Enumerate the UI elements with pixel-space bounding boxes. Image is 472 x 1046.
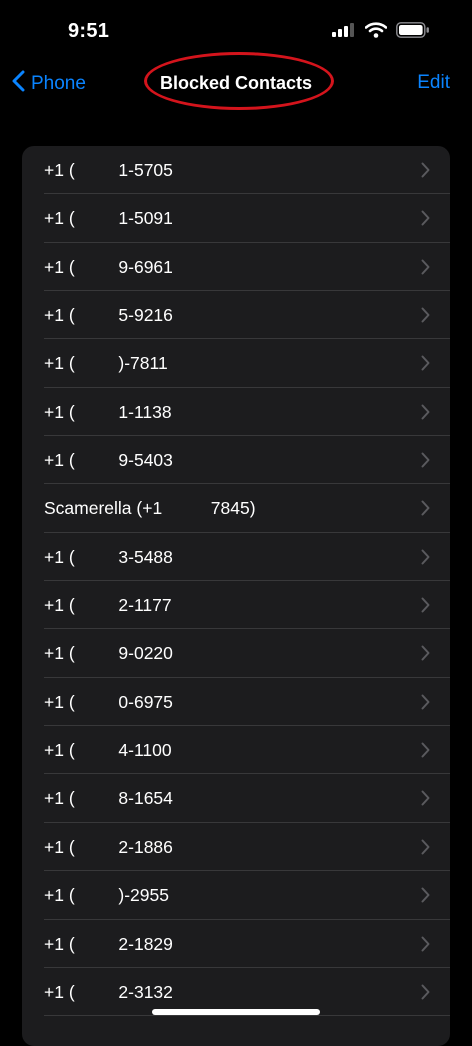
list-item[interactable]: +1 ( 3-5488	[22, 533, 450, 582]
list-item[interactable]: Scamerella (+1 7845)	[22, 484, 450, 534]
wifi-icon	[364, 22, 388, 43]
contact-label: +1 ( 3-5488	[44, 546, 173, 567]
contact-label: +1 ( 4-1100	[44, 740, 172, 761]
chevron-right-icon	[421, 936, 430, 957]
list-item[interactable]: +1 ( 2-1177	[22, 581, 450, 630]
contact-label: Scamerella (+1 7845)	[44, 498, 256, 519]
list-item[interactable]: +1 ( 4-1100	[22, 726, 450, 775]
list-item[interactable]: +1 ( 5-9216	[22, 291, 450, 340]
list-item[interactable]: +1 ( 1-1138	[22, 388, 450, 437]
chevron-right-icon	[421, 259, 430, 280]
contact-label: +1 ( 1-5091	[44, 208, 173, 229]
contact-label: +1 ( 2-1886	[44, 836, 173, 857]
list-item[interactable]: +1 ( 9-6961	[22, 243, 450, 292]
contact-label: +1 ( 9-6961	[44, 256, 173, 277]
chevron-right-icon	[421, 500, 430, 521]
chevron-right-icon	[421, 355, 430, 376]
home-indicator[interactable]	[152, 1009, 320, 1015]
chevron-right-icon	[421, 549, 430, 570]
contact-label: +1 ( 2-1829	[44, 933, 173, 954]
chevron-right-icon	[421, 694, 430, 715]
chevron-right-icon	[421, 839, 430, 860]
contact-label: +1 ( 1-1138	[44, 401, 172, 422]
page-title: Blocked Contacts	[159, 73, 313, 93]
list-item[interactable]: +1 ( 9-0220	[22, 629, 450, 679]
status-icons	[332, 22, 430, 43]
chevron-right-icon	[421, 307, 430, 328]
chevron-right-icon	[421, 984, 430, 1005]
list-item[interactable]: +1 ( 2-1886	[22, 823, 450, 872]
chevron-right-icon	[421, 790, 430, 811]
status-bar: 9:51	[0, 0, 472, 60]
contact-label: +1 ( 9-5403	[44, 450, 173, 471]
chevron-right-icon	[421, 645, 430, 666]
edit-button[interactable]: Edit	[417, 72, 450, 94]
contact-label: +1 ( 9-0220	[44, 643, 173, 664]
chevron-right-icon	[421, 887, 430, 908]
contact-label: +1 ( 1-5705	[44, 160, 173, 180]
chevron-right-icon	[421, 597, 430, 618]
chevron-right-icon	[421, 210, 430, 231]
chevron-right-icon	[421, 452, 430, 473]
cellular-signal-icon	[332, 23, 356, 42]
chevron-right-icon	[421, 404, 430, 425]
list-item[interactable]: +1 ( 1-5705	[22, 146, 450, 195]
list-item[interactable]: +1 ( 0-6975	[22, 678, 450, 727]
contact-label: +1 ( 5-9216	[44, 305, 173, 326]
list-item[interactable]: +1 ( 2-1829	[22, 920, 450, 969]
battery-icon	[396, 22, 430, 43]
contact-label: +1 ( 0-6975	[44, 691, 173, 712]
chevron-right-icon	[421, 162, 430, 183]
contact-label: +1 ( 8-1654	[44, 788, 173, 809]
status-time: 9:51	[68, 20, 110, 42]
blocked-contacts-list: +1 ( 1-5705 +1 ( 1-5091 +1 ( 9-6961 +1 (…	[22, 146, 450, 1046]
list-item[interactable]: +1 ( 1-5091	[22, 194, 450, 244]
list-item[interactable]: +1 ( )-7811	[22, 339, 450, 389]
contact-label: +1 ( )-7811	[44, 353, 168, 374]
list-item[interactable]: +1 ( 8-1654	[22, 774, 450, 824]
list-item[interactable]: +1 ( )-2955	[22, 871, 450, 920]
chevron-right-icon	[421, 742, 430, 763]
navigation-bar: Phone Blocked Contacts Edit	[0, 58, 472, 110]
contact-label: +1 ( 2-3132	[44, 981, 173, 1002]
list-item[interactable]: +1 ( 9-5403	[22, 436, 450, 485]
contact-label: +1 ( 2-1177	[44, 595, 172, 616]
contact-label: +1 ( )-2955	[44, 885, 169, 906]
